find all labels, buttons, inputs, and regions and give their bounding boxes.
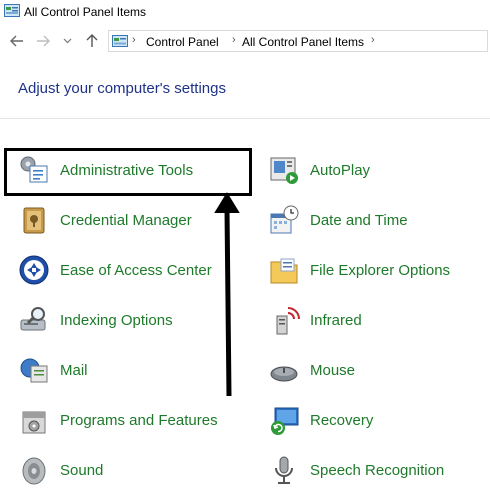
page-heading: Adjust your computer's settings (18, 80, 226, 97)
item-label: Credential Manager (60, 211, 192, 229)
arrow-left-icon (10, 35, 23, 47)
arrow-up-icon (86, 34, 98, 47)
speech-recognition-icon (275, 456, 293, 484)
breadcrumb-control-panel[interactable]: Control Panel (146, 35, 219, 49)
infrared-icon (276, 307, 300, 335)
programs-features-icon (22, 411, 46, 434)
item-file-explorer-options[interactable]: File Explorer Options (268, 250, 490, 290)
recent-locations-button[interactable] (60, 32, 74, 50)
item-speech-recognition[interactable]: Speech Recognition (268, 450, 490, 490)
chevron-right-icon: › (132, 34, 136, 46)
credential-manager-icon (23, 207, 45, 234)
file-explorer-options-icon (270, 258, 298, 284)
item-infrared[interactable]: Infrared (268, 300, 490, 340)
item-label: Ease of Access Center (60, 261, 212, 279)
mouse-icon (270, 366, 298, 382)
indexing-options-icon (20, 307, 46, 331)
item-sound[interactable]: Sound (18, 450, 248, 490)
item-label: File Explorer Options (310, 261, 451, 279)
item-label: Mouse (310, 361, 356, 379)
chevron-down-icon (63, 38, 71, 44)
breadcrumb-all-control-panel-items[interactable]: All Control Panel Items (242, 35, 364, 49)
date-time-icon (270, 205, 299, 234)
item-label: Programs and Features (60, 411, 218, 429)
address-bar[interactable]: › Control Panel › All Control Panel Item… (108, 30, 488, 52)
control-panel-icon (112, 35, 128, 47)
item-label: Date and Time (310, 211, 408, 229)
item-label: Sound (60, 461, 104, 479)
sound-icon (22, 457, 46, 485)
item-ease-of-access-center[interactable]: Ease of Access Center (18, 250, 248, 290)
recovery-icon (271, 407, 299, 435)
autoplay-icon (270, 157, 298, 184)
control-panel-icon (4, 4, 20, 17)
item-label: Recovery (310, 411, 374, 429)
item-programs-and-features[interactable]: Programs and Features (18, 400, 248, 440)
item-date-and-time[interactable]: Date and Time (268, 200, 490, 240)
item-label: Mail (60, 361, 88, 379)
navigation-bar: › Control Panel › All Control Panel Item… (0, 28, 490, 54)
window-title: All Control Panel Items (24, 5, 147, 19)
item-indexing-options[interactable]: Indexing Options (18, 300, 248, 340)
item-credential-manager[interactable]: Credential Manager (18, 200, 248, 240)
back-button[interactable] (8, 32, 26, 50)
item-label: Infrared (310, 311, 362, 329)
item-mail[interactable]: Mail (18, 350, 248, 390)
item-label: Speech Recognition (310, 461, 445, 479)
up-button[interactable] (83, 32, 101, 50)
item-autoplay[interactable]: AutoPlay (268, 150, 490, 190)
item-recovery[interactable]: Recovery (268, 400, 490, 440)
item-mouse[interactable]: Mouse (268, 350, 490, 390)
administrative-tools-icon (20, 156, 48, 183)
title-bar: All Control Panel Items (0, 0, 490, 24)
forward-button[interactable] (34, 32, 52, 50)
chevron-right-icon: › (371, 34, 375, 46)
item-label: AutoPlay (310, 161, 371, 179)
divider (0, 118, 490, 119)
arrow-right-icon (37, 35, 50, 47)
item-administrative-tools[interactable]: Administrative Tools (18, 150, 248, 190)
ease-of-access-icon (19, 255, 49, 285)
mail-icon (20, 358, 48, 383)
item-label: Indexing Options (60, 311, 173, 329)
chevron-right-icon: › (232, 34, 236, 46)
item-label: Administrative Tools (60, 161, 194, 179)
